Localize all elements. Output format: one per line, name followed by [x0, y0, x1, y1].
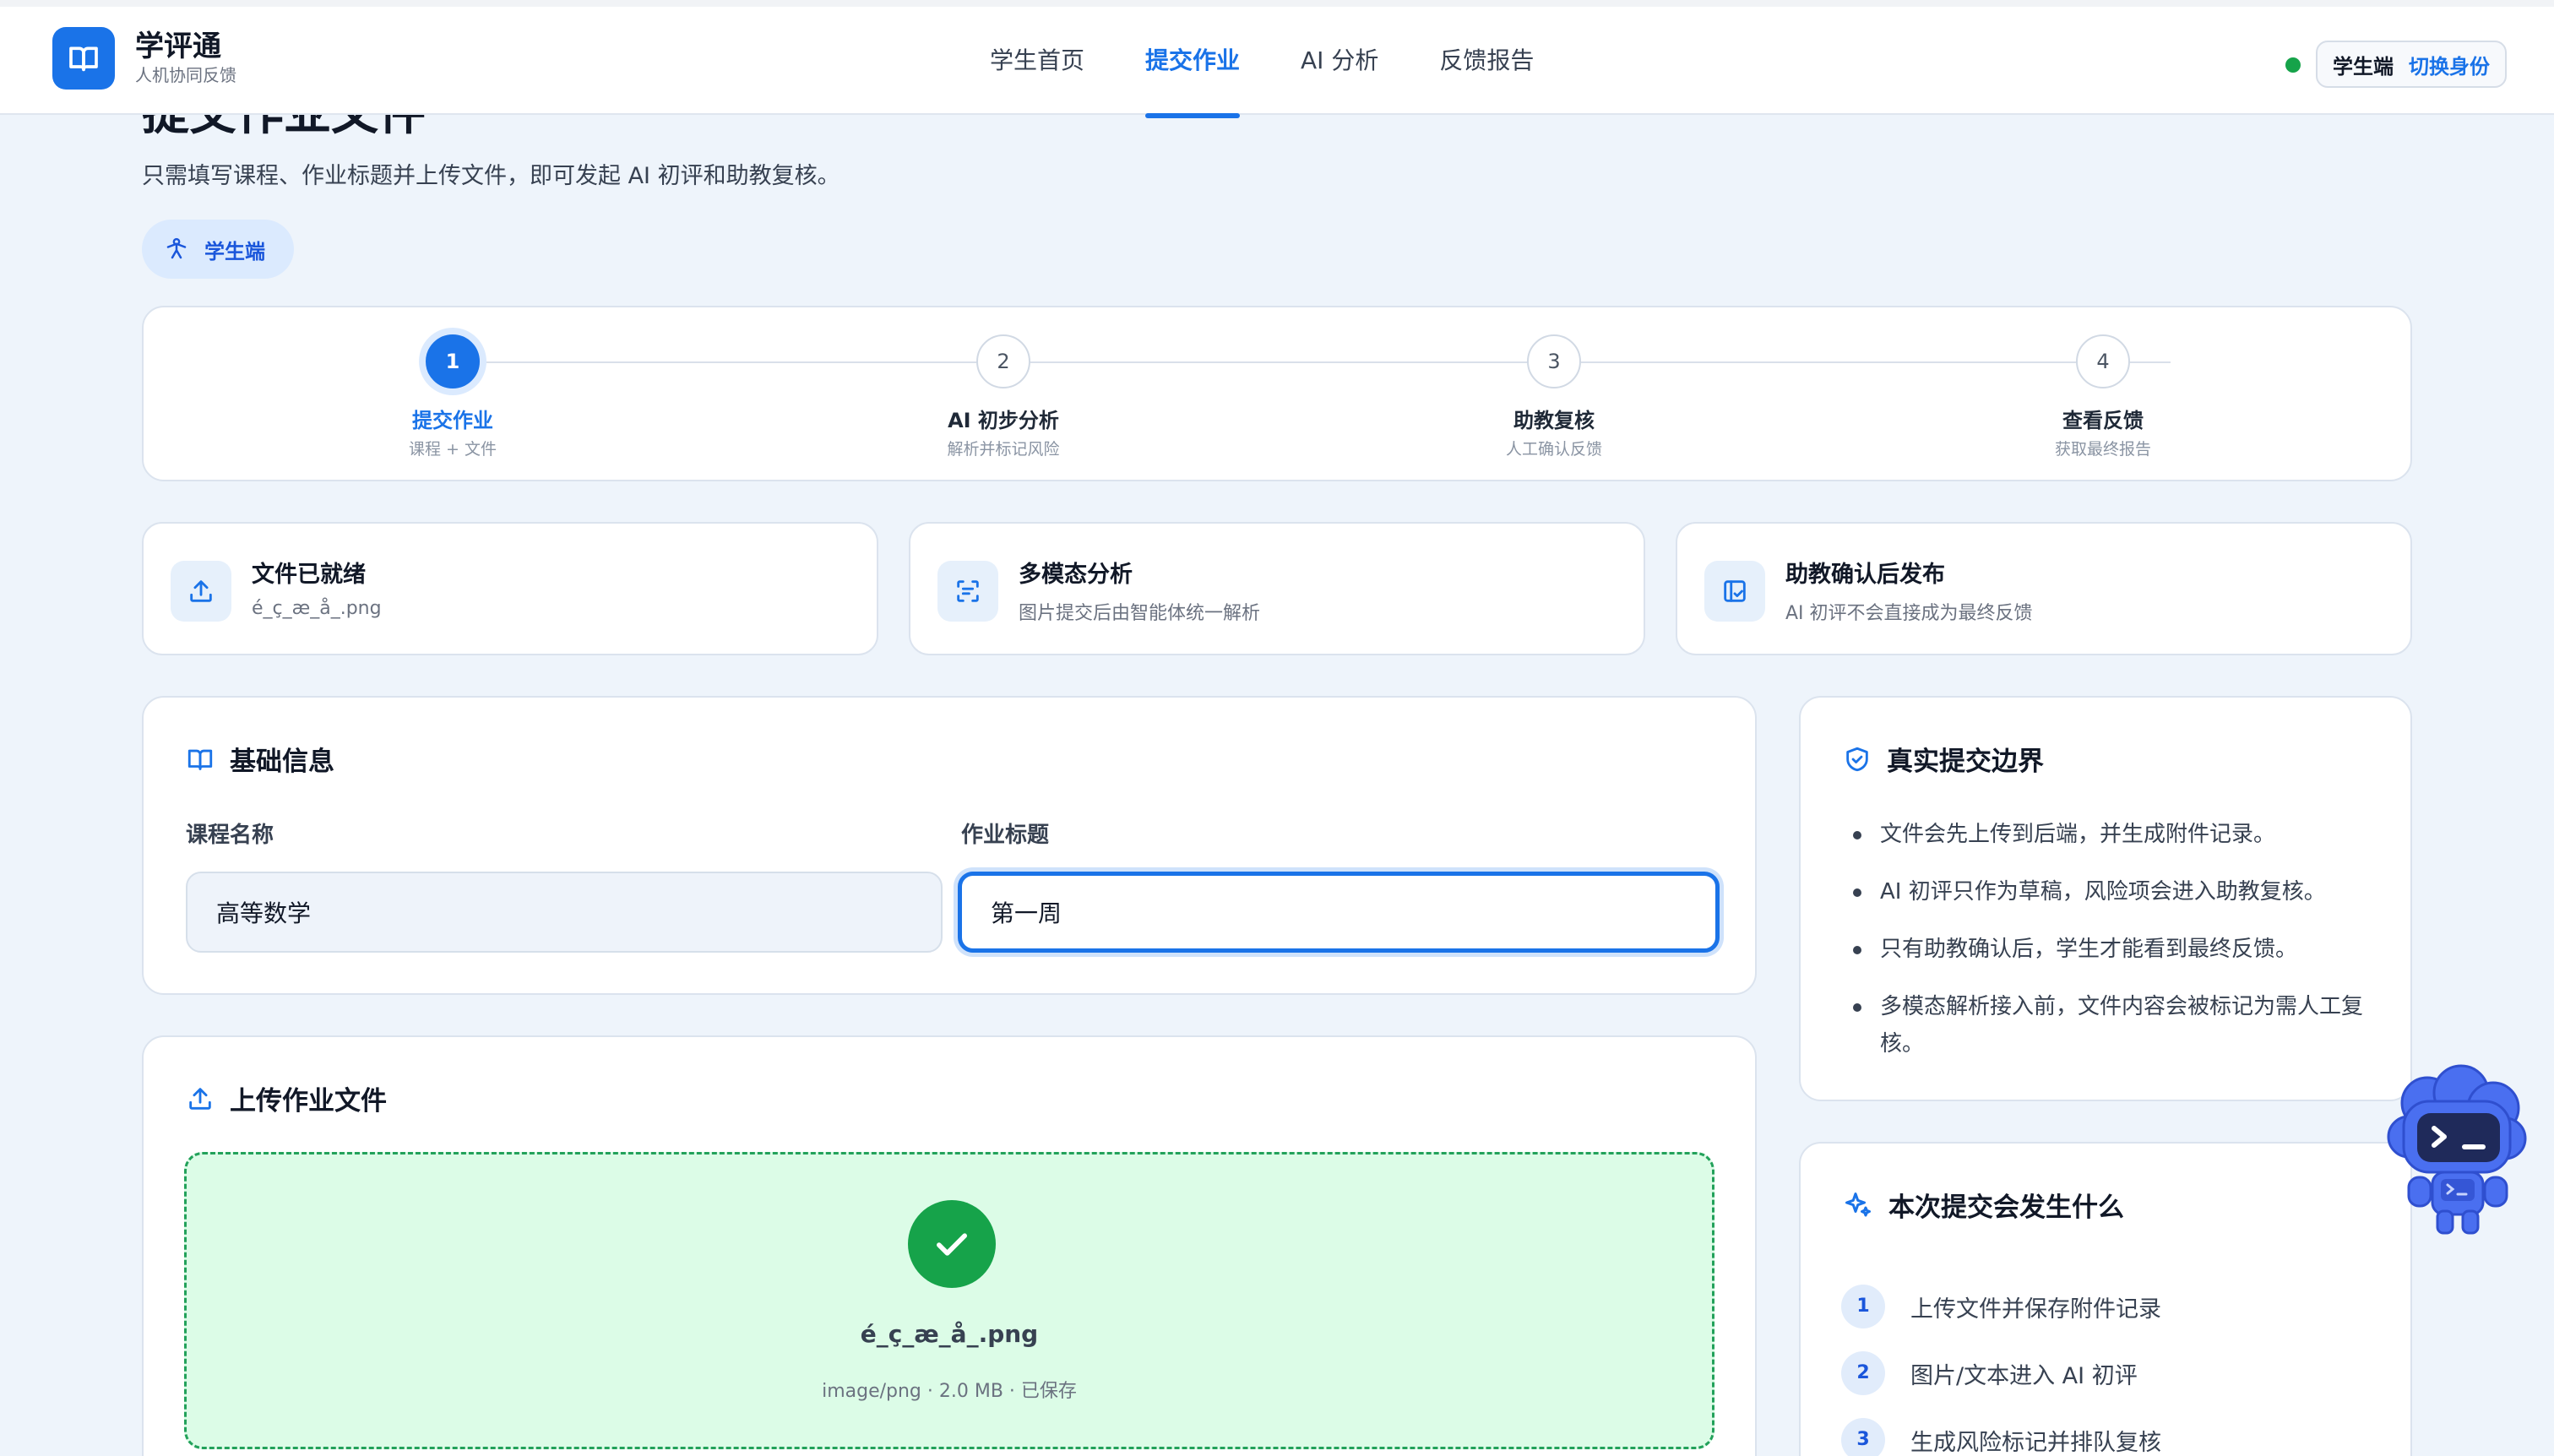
process-step-text: 生成风险标记并排队复核: [1910, 1429, 2161, 1456]
list-item: 文件会先上传到后端，并生成附件记录。: [1851, 816, 2375, 853]
nav-ai-analysis[interactable]: AI 分析: [1301, 7, 1378, 115]
shield-check-icon: [1846, 747, 1868, 771]
basic-info-panel: 基础信息 课程名称 作业标题: [142, 696, 1757, 995]
scan-icon: [937, 561, 998, 622]
nav-submit-assignment[interactable]: 提交作业: [1145, 7, 1241, 118]
step-2[interactable]: 2 AI 初步分析 解析并标记风险: [877, 334, 1130, 459]
file-dropzone[interactable]: é_ç_æ_å_.png image/png · 2.0 MB · 已保存: [184, 1152, 1714, 1449]
info-card-sub: 图片提交后由智能体统一解析: [1019, 603, 1261, 624]
course-name-input[interactable]: [186, 872, 943, 953]
info-card-multimodal: 多模态分析 图片提交后由智能体统一解析: [909, 522, 1645, 655]
check-icon: [908, 1200, 996, 1288]
info-card-file-ready: 文件已就绪 é_ç_æ_å_.png: [142, 522, 878, 655]
list-item: 只有助教确认后，学生才能看到最终反馈。: [1851, 931, 2375, 968]
book-icon: [187, 749, 213, 770]
info-card-title: 多模态分析: [1019, 562, 1133, 588]
step-1-label: 提交作业: [412, 409, 493, 432]
step-2-number: 2: [976, 334, 1030, 388]
upload-panel: 上传作业文件 é_ç_æ_å_.png image/png · 2.0 MB ·…: [142, 1035, 1757, 1456]
upload-icon: [171, 561, 231, 622]
step-3-number: 3: [1527, 334, 1581, 388]
book-logo-icon: [52, 27, 115, 90]
switch-role-button[interactable]: 切换身份: [2409, 50, 2490, 79]
step-3-sub: 人工确认反馈: [1505, 440, 1602, 459]
role-switcher[interactable]: 学生端 切换身份: [2316, 41, 2507, 88]
step-1[interactable]: 1 提交作业 课程 + 文件: [326, 334, 579, 459]
step-4[interactable]: 4 查看反馈 获取最终报告: [1976, 334, 2230, 459]
process-step-number: 3: [1841, 1418, 1885, 1456]
assistant-robot-icon[interactable]: [2380, 1061, 2532, 1238]
brand[interactable]: 学评通 人机协同反馈: [52, 27, 236, 90]
course-name-label: 课程名称: [186, 823, 274, 848]
step-3-label: 助教复核: [1513, 409, 1595, 432]
list-item: AI 初评只作为草稿，风险项会进入助教复核。: [1851, 873, 2375, 910]
list-item: 3 生成风险标记并排队复核: [1841, 1415, 2161, 1456]
step-4-number: 4: [2076, 334, 2130, 388]
role-badge-label: 学生端: [204, 239, 265, 263]
stepper-track: [466, 361, 2171, 363]
info-card-title: 文件已就绪: [252, 562, 366, 588]
info-card-sub: é_ç_æ_å_.png: [252, 598, 382, 619]
basic-info-title: 基础信息: [230, 747, 334, 777]
page-description: 只需填写课程、作业标题并上传文件，即可发起 AI 初评和助教复核。: [142, 163, 840, 189]
main-nav: 学生首页 提交作业 AI 分析 反馈报告: [990, 7, 1595, 118]
list-item: 多模态解析接入前，文件内容会被标记为需人工复核。: [1851, 988, 2375, 1062]
process-step-text: 上传文件并保存附件记录: [1910, 1296, 2161, 1323]
info-card-sub: AI 初评不会直接成为最终反馈: [1785, 603, 2033, 624]
step-3[interactable]: 3 助教复核 人工确认反馈: [1427, 334, 1681, 459]
sparkle-icon: [1845, 1192, 1871, 1216]
role-badge: 学生端: [142, 220, 294, 279]
uploaded-file-name: é_ç_æ_å_.png: [860, 1320, 1039, 1348]
submission-boundary-panel: 真实提交边界 文件会先上传到后端，并生成附件记录。 AI 初评只作为草稿，风险项…: [1799, 696, 2412, 1101]
nav-feedback-report[interactable]: 反馈报告: [1439, 7, 1534, 115]
step-2-sub: 解析并标记风险: [947, 440, 1060, 459]
nav-student-home[interactable]: 学生首页: [990, 7, 1084, 115]
list-item: 2 图片/文本进入 AI 初评: [1841, 1349, 2161, 1398]
online-status-dot: [2285, 57, 2301, 73]
process-step-text: 图片/文本进入 AI 初评: [1910, 1362, 2138, 1389]
top-nav-bar: 学评通 人机协同反馈 学生首页 提交作业 AI 分析 反馈报告 学生端 切换身份: [0, 0, 2554, 118]
review-icon: [1704, 561, 1765, 622]
boundary-title: 真实提交边界: [1887, 747, 2044, 777]
step-4-sub: 获取最终报告: [2054, 440, 2151, 459]
current-role-label: 学生端: [2333, 54, 2394, 79]
info-card-ta-review: 助教确认后发布 AI 初评不会直接成为最终反馈: [1676, 522, 2412, 655]
assignment-title-input[interactable]: [958, 872, 1720, 953]
process-step-number: 1: [1841, 1285, 1885, 1328]
info-card-title: 助教确认后发布: [1785, 562, 1945, 588]
step-1-sub: 课程 + 文件: [409, 440, 497, 459]
what-happens-title: 本次提交会发生什么: [1888, 1193, 2124, 1223]
process-steps-list: 1 上传文件并保存附件记录 2 图片/文本进入 AI 初评 3 生成风险标记并排…: [1841, 1282, 2161, 1456]
step-4-label: 查看反馈: [2062, 409, 2144, 432]
upload-title: 上传作业文件: [230, 1086, 387, 1116]
list-item: 1 上传文件并保存附件记录: [1841, 1282, 2161, 1331]
brand-title: 学评通: [135, 30, 221, 63]
what-happens-panel: 本次提交会发生什么 1 上传文件并保存附件记录 2 图片/文本进入 AI 初评 …: [1799, 1142, 2412, 1456]
progress-stepper: 1 提交作业 课程 + 文件 2 AI 初步分析 解析并标记风险 3 助教复核 …: [142, 306, 2412, 481]
student-icon: [166, 237, 187, 259]
upload-icon: [189, 1087, 211, 1110]
step-2-label: AI 初步分析: [948, 409, 1059, 432]
step-1-number: 1: [426, 334, 480, 388]
boundary-list: 文件会先上传到后端，并生成附件记录。 AI 初评只作为草稿，风险项会进入助教复核…: [1851, 816, 2375, 1083]
brand-subtitle: 人机协同反馈: [135, 65, 236, 85]
uploaded-file-meta: image/png · 2.0 MB · 已保存: [822, 1381, 1077, 1402]
assignment-title-label: 作业标题: [961, 823, 1050, 848]
process-step-number: 2: [1841, 1351, 1885, 1395]
